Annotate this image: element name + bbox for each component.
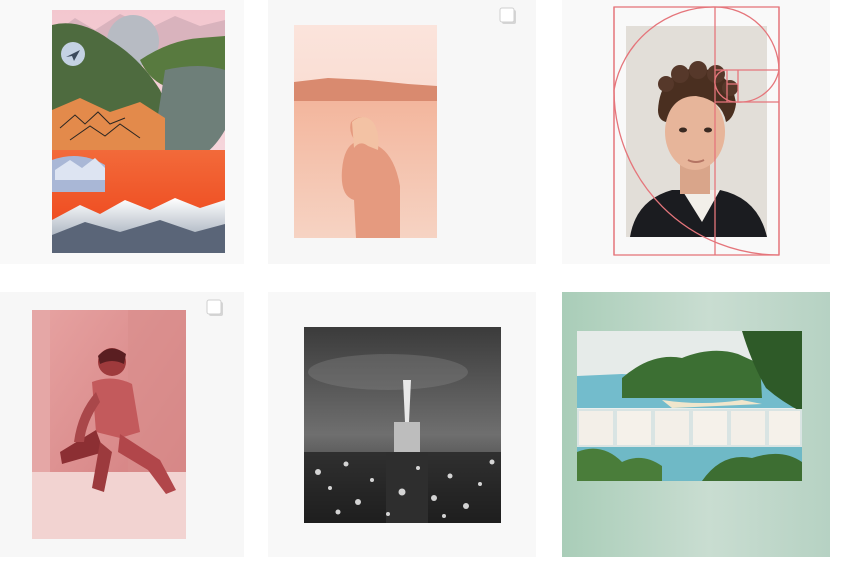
- post-tile-beach-cove-mint[interactable]: [562, 292, 830, 557]
- post-tile-red-duotone-seated-man[interactable]: [0, 292, 244, 557]
- beach-cove-photo: [562, 292, 830, 557]
- post-tile-landscape-collage[interactable]: [0, 0, 244, 264]
- post-tile-night-city-bw[interactable]: [268, 292, 536, 557]
- collage-artwork: [52, 10, 225, 253]
- post-tile-golden-ratio-portrait[interactable]: [562, 0, 830, 264]
- post-tile-pink-lake-portrait[interactable]: [268, 0, 536, 264]
- night-city-photo: [304, 327, 501, 523]
- golden-ratio-photo: [613, 6, 780, 256]
- multiple-photos-icon: [206, 299, 224, 317]
- pink-lake-photo: [294, 25, 437, 238]
- red-duotone-photo: [32, 310, 186, 539]
- multiple-photos-icon: [499, 7, 517, 25]
